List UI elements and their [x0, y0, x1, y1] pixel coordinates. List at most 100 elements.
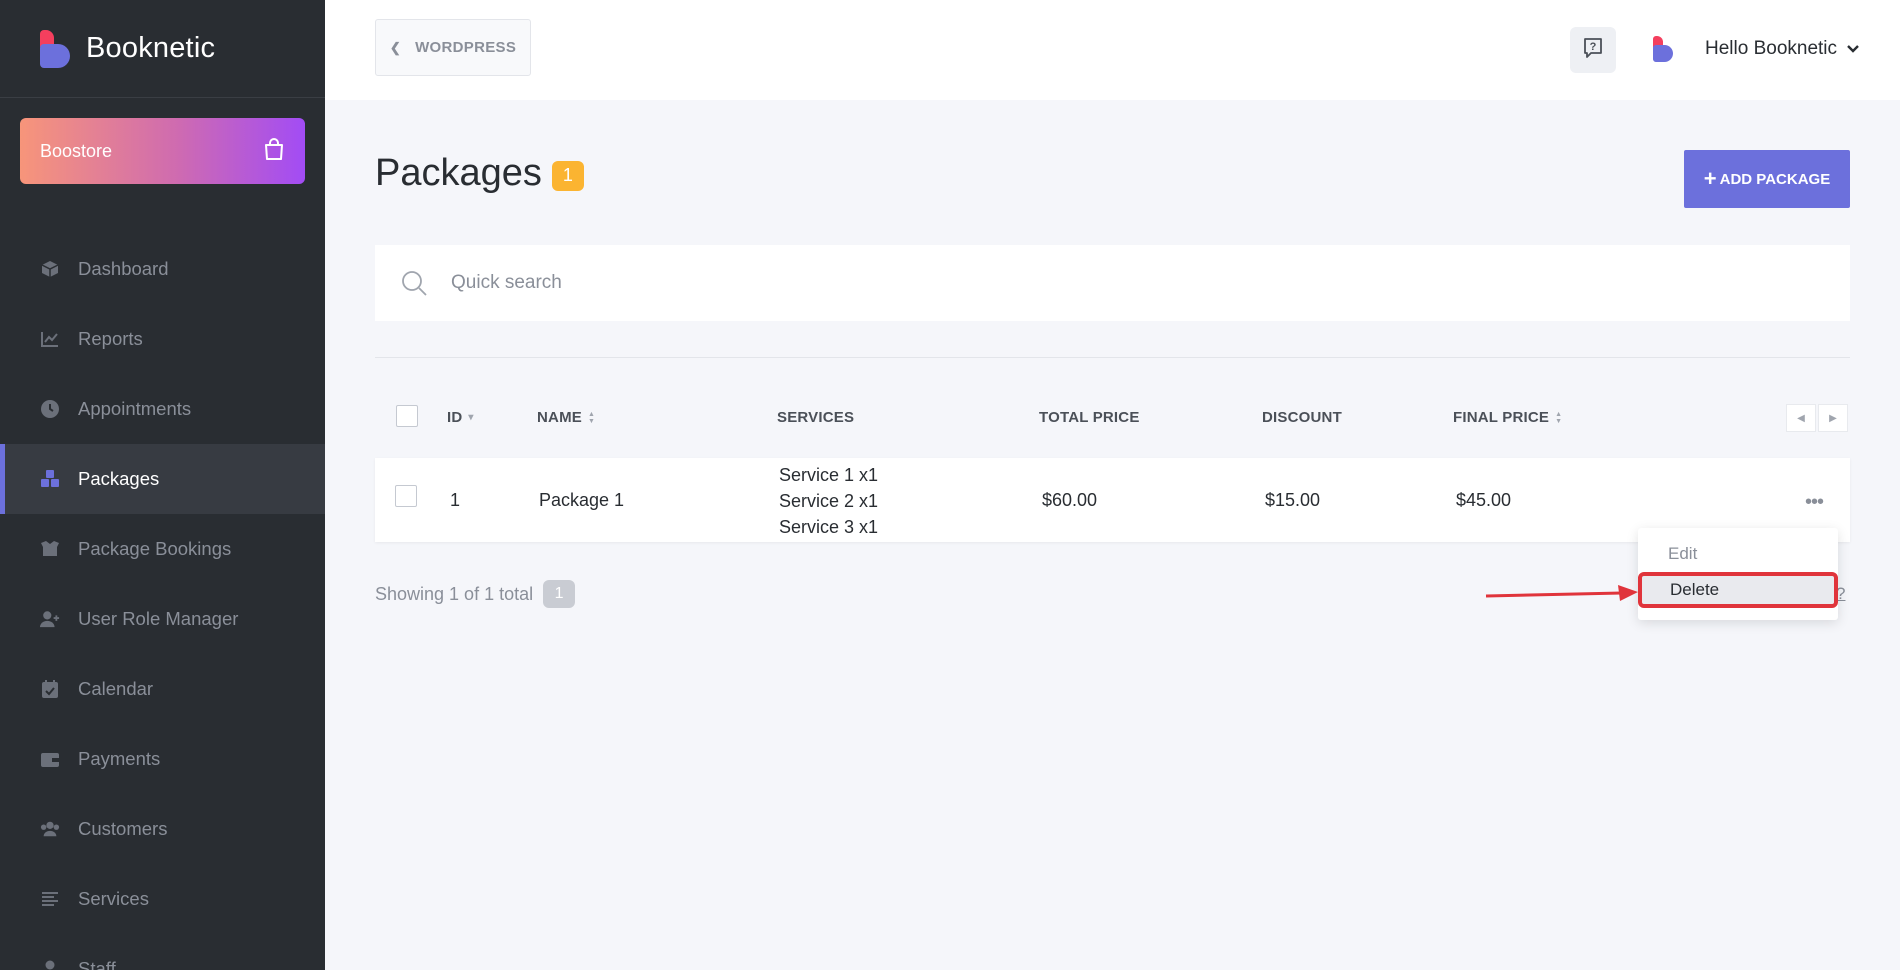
sidebar-item-user-role-manager[interactable]: User Role Manager [0, 584, 325, 654]
cubes-icon [40, 469, 60, 489]
row-name: Package 1 [539, 490, 625, 510]
boostore-label: Boostore [40, 140, 113, 161]
row-final-price: $45.00 [1456, 490, 1512, 510]
add-package-label: ADD PACKAGE [1719, 170, 1831, 188]
showing-text: Showing 1 of 1 total [375, 583, 534, 604]
row-discount: $15.00 [1265, 490, 1321, 510]
shopping-bag-icon [263, 137, 285, 166]
row-services: Service 1 x1 Service 2 x1 Service 3 x1 [779, 462, 878, 540]
count-badge: 1 [551, 160, 584, 191]
sidebar-item-customers[interactable]: Customers [0, 794, 325, 864]
row-actions-menu: Edit Delete [1638, 528, 1838, 620]
menu-item-delete-label: Delete [1670, 580, 1720, 599]
row-checkbox[interactable] [395, 485, 417, 507]
sidebar-item-label: Services [78, 888, 149, 909]
column-header-services: SERVICES [777, 409, 854, 426]
column-header-label: DISCOUNT [1262, 409, 1342, 426]
sidebar-item-staff[interactable]: Staff [0, 934, 325, 970]
calendar-check-icon [40, 679, 60, 699]
column-header-id[interactable]: ID ▾ [447, 409, 474, 426]
search-input[interactable]: Quick search [451, 272, 562, 294]
column-header-label: NAME [537, 409, 582, 426]
menu-item-edit[interactable]: Edit [1668, 544, 1697, 564]
sidebar-item-dashboard[interactable]: Dashboard [0, 234, 325, 304]
sort-desc-icon: ▾ [468, 412, 474, 423]
scroll-left-button[interactable]: ◀ [1786, 404, 1816, 432]
users-icon [40, 819, 60, 839]
sidebar-item-calendar[interactable]: Calendar [0, 654, 325, 724]
add-package-button[interactable]: + ADD PACKAGE [1684, 150, 1850, 208]
booknetic-logo [38, 28, 72, 70]
sidebar-item-label: Customers [78, 818, 168, 839]
svg-text:?: ? [1590, 41, 1597, 53]
column-header-label: ID [447, 409, 463, 426]
back-label: WORDPRESS [415, 39, 517, 56]
sidebar-item-label: Dashboard [78, 258, 169, 279]
sidebar-item-label: Payments [78, 748, 161, 769]
sidebar-item-payments[interactable]: Payments [0, 724, 325, 794]
back-to-wordpress-button[interactable]: ❮ WORDPRESS [375, 19, 531, 76]
sidebar-item-label: Calendar [78, 678, 154, 699]
sidebar-item-services[interactable]: Services [0, 864, 325, 934]
user-greeting: Hello Booknetic [1705, 38, 1838, 59]
search-bar[interactable]: Quick search [375, 245, 1850, 321]
divider [375, 357, 1850, 358]
brand[interactable]: Booknetic [0, 0, 325, 98]
sidebar-item-appointments[interactable]: Appointments [0, 374, 325, 444]
question-comment-icon: ? [1581, 36, 1605, 65]
showing-info: Showing 1 of 1 total 1 [375, 580, 576, 608]
sidebar-item-label: Package Bookings [78, 538, 232, 559]
user-menu[interactable]: Hello Booknetic [1705, 38, 1859, 60]
search-icon [399, 268, 429, 298]
sidebar-item-packages[interactable]: Packages [0, 444, 325, 514]
caret-left-icon: ◀ [1797, 412, 1805, 424]
wallet-icon [40, 749, 60, 769]
service-item: Service 2 x1 [779, 491, 879, 511]
column-header-label: TOTAL PRICE [1039, 409, 1140, 426]
column-header-final-price[interactable]: FINAL PRICE ▲ ▼ [1453, 409, 1562, 426]
sidebar-item-reports[interactable]: Reports [0, 304, 325, 374]
list-icon [40, 889, 60, 909]
help-button[interactable]: ? [1570, 27, 1616, 73]
sidebar-item-label: Packages [78, 468, 160, 489]
sidebar-item-label: User Role Manager [78, 608, 239, 629]
chevron-left-icon: ❮ [389, 39, 402, 55]
sort-icon: ▲ ▼ [587, 410, 596, 425]
avatar[interactable] [1651, 36, 1675, 64]
chart-line-icon [40, 329, 60, 349]
sidebar-item-label: Staff [78, 958, 116, 970]
user-plus-icon [40, 609, 60, 629]
page-title-text: Packages [375, 152, 542, 194]
cube-icon [40, 259, 60, 279]
annotation-arrow-icon [1485, 585, 1638, 601]
column-header-label: SERVICES [777, 409, 855, 426]
brand-name: Booknetic [86, 32, 216, 64]
plus-icon: + [1703, 166, 1717, 191]
sidebar-item-package-bookings[interactable]: Package Bookings [0, 514, 325, 584]
sidebar-nav: Dashboard Reports Appointments Packages … [0, 234, 325, 970]
caret-right-icon: ▶ [1829, 412, 1837, 424]
row-total-price: $60.00 [1042, 490, 1098, 510]
user-icon [40, 959, 60, 970]
box-open-icon [40, 539, 60, 559]
column-header-discount: DISCOUNT [1262, 409, 1342, 426]
top-header: ❮ WORDPRESS ? Hello Booknetic [325, 0, 1900, 100]
sort-icon: ▲ ▼ [1555, 410, 1563, 425]
boostore-button[interactable]: Boostore [20, 118, 305, 184]
more-actions-icon[interactable]: ••• [1805, 491, 1824, 514]
service-item: Service 3 x1 [779, 517, 879, 537]
sidebar-item-label: Reports [78, 328, 143, 349]
page-number-badge[interactable]: 1 [543, 580, 576, 608]
row-id: 1 [450, 490, 461, 510]
sidebar-item-label: Appointments [78, 398, 192, 419]
select-all-checkbox[interactable] [396, 405, 418, 427]
scroll-right-button[interactable]: ▶ [1818, 404, 1848, 432]
service-item: Service 1 x1 [779, 465, 879, 485]
clock-icon [40, 399, 60, 419]
column-header-label: FINAL PRICE [1453, 409, 1550, 426]
column-header-name[interactable]: NAME ▲ ▼ [537, 409, 595, 426]
menu-item-delete[interactable]: Delete [1638, 572, 1838, 608]
page-title: Packages 1 [375, 152, 584, 195]
column-header-total-price: TOTAL PRICE [1039, 409, 1140, 426]
table-row[interactable]: 1 Package 1 Service 1 x1 Service 2 x1 Se… [375, 458, 1850, 542]
